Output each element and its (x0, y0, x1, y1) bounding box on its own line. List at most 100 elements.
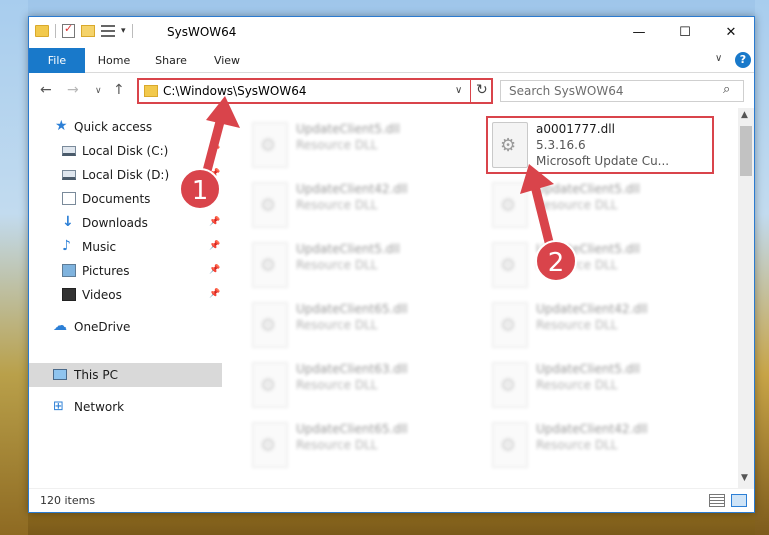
search-input[interactable]: Search SysWOW64 ⌕ (500, 80, 744, 102)
sidebar-item-documents[interactable]: Documents 📌 (29, 187, 222, 211)
sidebar-item-label: This PC (74, 368, 118, 382)
details-view-icon[interactable] (709, 494, 725, 507)
file-name: UpdateClient5.dll (536, 182, 640, 196)
file-item[interactable]: UpdateClient42.dll Resource DLL (248, 178, 478, 234)
sidebar-item-onedrive[interactable]: ☁ OneDrive (29, 315, 222, 339)
file-item[interactable]: UpdateClient5.dll Resource DLL (488, 178, 718, 234)
sidebar-item-quick-access[interactable]: ★ Quick access (29, 115, 222, 139)
refresh-icon[interactable]: ↻ (476, 82, 488, 98)
pin-icon[interactable]: 📌 (209, 289, 220, 299)
drive-icon (62, 146, 76, 156)
videos-icon (62, 288, 76, 301)
dll-file-icon (252, 122, 288, 168)
title-bar: ▾ SysWOW64 — ☐ ✕ (29, 17, 754, 48)
sidebar-item-local-disk-d[interactable]: Local Disk (D:) 📌 (29, 163, 222, 187)
tab-view[interactable]: View (209, 48, 245, 73)
file-type: Resource DLL (536, 198, 618, 212)
file-name: UpdateClient5.dll (296, 242, 400, 256)
dll-file-icon (492, 242, 528, 288)
sidebar-item-label: Documents (82, 192, 151, 206)
sidebar-item-network[interactable]: ⊞ Network (29, 395, 222, 419)
ribbon-tabs: File Home Share View ∨ ? (29, 48, 754, 73)
scroll-down-icon[interactable]: ▼ (741, 473, 748, 483)
window-title: SysWOW64 (167, 25, 237, 39)
file-item[interactable]: UpdateClient5.dll Resource DLL (488, 358, 718, 414)
customize-toolbar-icon[interactable] (101, 25, 115, 37)
sidebar-item-label: Quick access (74, 120, 153, 134)
file-name: UpdateClient5.dll (536, 362, 640, 376)
minimize-button[interactable]: — (616, 17, 662, 48)
file-list: UpdateClient5.dll Resource DLL UpdateCli… (222, 108, 738, 488)
sidebar-item-pictures[interactable]: Pictures 📌 (29, 259, 222, 283)
pin-icon[interactable]: 📌 (209, 193, 220, 203)
folder-icon (144, 85, 158, 97)
file-item[interactable]: UpdateClient65.dll Resource DLL (248, 418, 478, 474)
file-type: Resource DLL (536, 378, 618, 392)
star-icon: ★ (55, 118, 68, 134)
vertical-scrollbar[interactable]: ▲ ▼ (738, 108, 754, 488)
navigation-bar: ← → ∨ ↑ C:\Windows\SysWOW64 ∨ ↻ Search S… (29, 74, 754, 108)
back-button[interactable]: ← (40, 82, 52, 98)
file-name: UpdateClient5.dll (296, 122, 400, 136)
scroll-up-icon[interactable]: ▲ (741, 110, 748, 120)
file-item[interactable]: UpdateClient5.dll Resource DLL (248, 238, 478, 294)
properties-icon[interactable] (62, 22, 75, 38)
chevron-down-icon[interactable]: ▾ (121, 26, 126, 36)
folder-icon (35, 25, 49, 37)
file-type: Resource DLL (296, 138, 378, 152)
pin-icon[interactable]: 📌 (209, 217, 220, 227)
sidebar-item-label: Music (82, 240, 117, 254)
file-item[interactable]: UpdateClient65.dll Resource DLL (248, 298, 478, 354)
search-icon[interactable]: ⌕ (723, 82, 730, 97)
recent-locations-button[interactable]: ∨ (95, 86, 102, 96)
desktop-wallpaper-right (755, 0, 769, 535)
dll-file-icon (492, 362, 528, 408)
file-item[interactable]: UpdateClient5.dll Resource DLL (248, 118, 478, 174)
sidebar-item-videos[interactable]: Videos 📌 (29, 283, 222, 307)
address-dropdown-icon[interactable]: ∨ (455, 85, 462, 96)
file-item[interactable]: UpdateClient63.dll Resource DLL (248, 358, 478, 414)
address-divider (470, 80, 471, 102)
new-folder-icon[interactable] (81, 25, 95, 37)
documents-icon (62, 192, 76, 205)
cloud-icon: ☁ (53, 318, 67, 334)
search-placeholder: Search SysWOW64 (509, 84, 624, 98)
pin-icon[interactable]: 📌 (209, 169, 220, 179)
pin-icon[interactable]: 📌 (209, 145, 220, 155)
file-type: Resource DLL (536, 318, 618, 332)
forward-button[interactable]: → (67, 82, 79, 98)
toolbar-divider (131, 24, 133, 38)
file-item[interactable]: UpdateClient42.dll Resource DLL (488, 298, 718, 354)
file-item[interactable]: UpdateClient5.dll Resource DLL (488, 238, 718, 294)
sidebar-item-downloads[interactable]: ↓ Downloads 📌 (29, 211, 222, 235)
address-path[interactable]: C:\Windows\SysWOW64 (163, 84, 307, 98)
tab-file[interactable]: File (29, 48, 85, 73)
file-name: UpdateClient65.dll (296, 422, 408, 436)
sidebar-item-this-pc[interactable]: This PC (29, 363, 222, 387)
sidebar-item-local-disk-c[interactable]: Local Disk (C:) 📌 (29, 139, 222, 163)
pin-icon[interactable]: 📌 (209, 241, 220, 251)
sidebar-item-music[interactable]: ♪ Music 📌 (29, 235, 222, 259)
file-item[interactable]: UpdateClient42.dll Resource DLL (488, 418, 718, 474)
tab-share[interactable]: Share (151, 48, 191, 73)
sidebar-item-label: Downloads (82, 216, 148, 230)
large-icons-view-icon[interactable] (731, 494, 747, 507)
up-button[interactable]: ↑ (113, 82, 125, 98)
help-icon[interactable]: ? (735, 52, 751, 68)
pin-icon[interactable]: 📌 (209, 265, 220, 275)
address-bar[interactable]: C:\Windows\SysWOW64 ∨ ↻ (137, 78, 493, 104)
sidebar-item-label: OneDrive (74, 320, 131, 334)
sidebar-item-label: Network (74, 400, 125, 414)
file-type: Resource DLL (296, 198, 378, 212)
scrollbar-thumb[interactable] (740, 126, 752, 176)
expand-ribbon-icon[interactable]: ∨ (715, 53, 722, 64)
file-name: UpdateClient5.dll (536, 242, 640, 256)
highlight-box-file (486, 116, 714, 174)
file-explorer-window: ▾ SysWOW64 — ☐ ✕ File Home Share View ∨ … (28, 16, 755, 513)
navigation-pane: ★ Quick access Local Disk (C:) 📌 Local D… (29, 108, 222, 488)
maximize-button[interactable]: ☐ (662, 17, 708, 48)
tab-home[interactable]: Home (93, 48, 135, 73)
dll-file-icon (252, 422, 288, 468)
file-type: Resource DLL (536, 438, 618, 452)
close-button[interactable]: ✕ (708, 17, 754, 48)
